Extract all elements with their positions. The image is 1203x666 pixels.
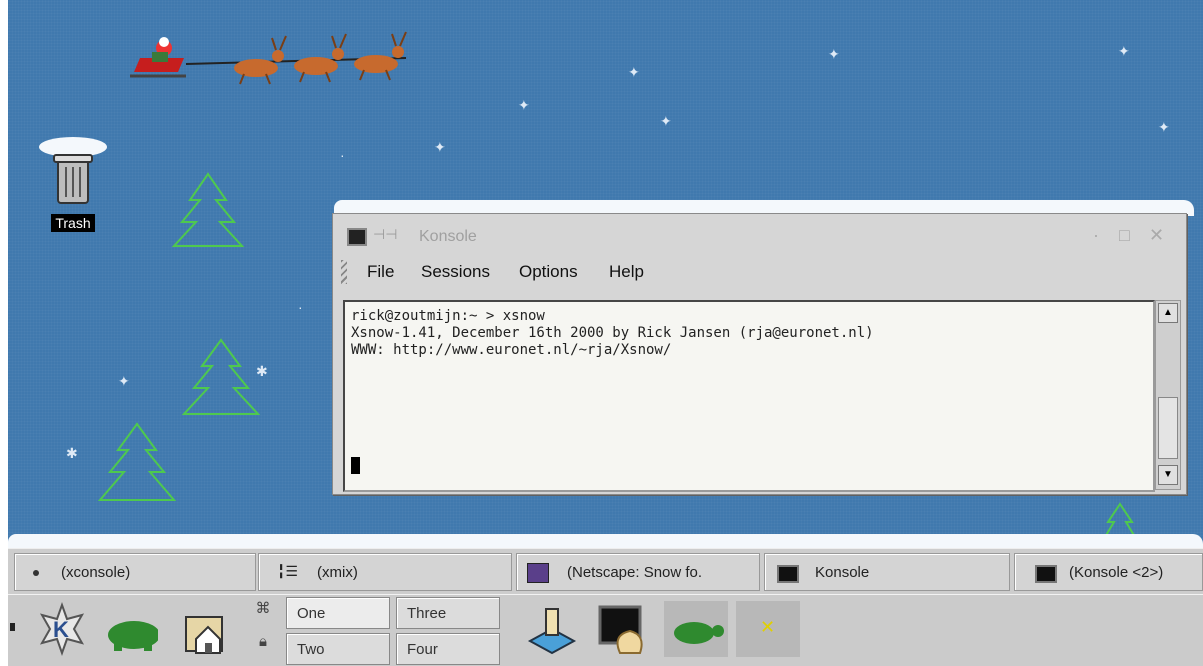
snowflake-icon: ✦ [118,373,130,389]
snowflake-icon: ✦ [434,139,446,155]
x-icon: ✕ [760,617,776,637]
window-list-icon[interactable]: ⌘ [252,599,274,623]
xosview-launcher-button[interactable]: ✕ [736,601,800,657]
sticky-pin-icon[interactable]: ⊣⊣ [373,226,397,243]
terminal-line: Xsnow-1.41, December 16th 2000 by Rick J… [351,325,874,341]
menu-help[interactable]: Help [609,262,644,282]
snowflake-icon: ✦ [660,113,672,129]
turtle-icon[interactable] [102,601,158,657]
lock-icon[interactable]: 🔒︎ [252,633,274,657]
panel-handle-icon[interactable] [10,623,15,631]
task-xmix[interactable]: ╏☰ (xmix) [258,553,512,591]
terminal-line: WWW: http://www.euronet.nl/~rja/Xsnow/ [351,342,672,358]
snowflake-icon: ✦ [628,64,640,80]
terminal-line: rick@zoutmijn:~ > xsnow [351,308,545,324]
kde-panel: K ⌘ 🔒︎ One Three Two Four ✕ [8,594,1203,666]
task-xconsole[interactable]: (xconsole) [14,553,256,591]
trash-desktop-icon[interactable]: Trash [36,135,110,233]
trash-icon [39,137,107,204]
snowflake-icon: ✦ [518,97,530,113]
menu-options[interactable]: Options [519,262,578,282]
task-konsole[interactable]: Konsole [764,553,1010,591]
turtle-launcher-button[interactable] [664,601,728,657]
desktop-two-button[interactable]: Two [286,633,390,665]
desktop: ✦ ✦ ✦ ✦ ✦ ✦ ✦ · ✦ ✱ ✱ · Trash ⊣⊣ Konsole… [8,0,1203,548]
desktop-four-button[interactable]: Four [396,633,500,665]
window-title: Konsole [419,228,477,245]
terminal-icon [1035,565,1057,583]
install-icon[interactable] [524,601,580,657]
pine-tree-icon [181,338,261,415]
taskbar: (xconsole) ╏☰ (xmix) (Netscape: Snow fo.… [8,548,1203,595]
snowflake-icon: ✦ [1118,43,1130,59]
desktop-three-button[interactable]: Three [396,597,500,629]
pine-tree-icon [171,172,245,247]
menu-file[interactable]: File [367,262,394,282]
svg-text:K: K [53,617,69,642]
window-menu-icon[interactable] [347,228,367,246]
vertical-scrollbar[interactable]: ▲ ▼ [1155,300,1181,490]
kde-menu-icon[interactable]: K [34,601,90,657]
trash-label: Trash [51,214,95,232]
menubar: File Sessions Options Help [333,254,1186,290]
task-netscape[interactable]: (Netscape: Snow fo. [516,553,760,591]
snowflake-icon: ✱ [66,445,78,461]
mixer-icon: ╏☰ [277,563,298,579]
maximize-icon[interactable]: □ [1119,225,1130,246]
konsole-window[interactable]: ⊣⊣ Konsole · □ ✕ File Sessions Options H… [332,213,1187,495]
scroll-down-icon[interactable]: ▼ [1158,465,1178,485]
shell-icon[interactable] [594,601,650,657]
snowflake-icon: ✦ [1158,119,1170,135]
menu-sessions[interactable]: Sessions [421,262,490,282]
snowflake-icon: · [298,299,303,315]
task-konsole-2[interactable]: (Konsole <2>) [1014,553,1203,591]
snow-ground [8,534,1203,548]
terminal-cursor [351,457,360,474]
terminal-icon [777,565,799,583]
snowflake-icon: ✦ [828,46,840,62]
pine-tree-icon [97,422,177,501]
turtle-icon [674,622,724,644]
toolbar-grip-icon[interactable] [341,260,347,284]
netscape-icon [527,563,549,583]
minimize-icon[interactable]: · [1093,225,1099,246]
scroll-up-icon[interactable]: ▲ [1158,303,1178,323]
home-folder-icon[interactable] [178,601,234,657]
dot-icon [33,570,39,576]
desktop-one-button[interactable]: One [286,597,390,629]
window-titlebar[interactable]: ⊣⊣ Konsole · □ ✕ [333,214,1186,254]
scroll-thumb[interactable] [1158,397,1178,459]
terminal-area[interactable]: rick@zoutmijn:~ > xsnow Xsnow-1.41, Dece… [343,300,1155,492]
santa-sleigh-icon [130,31,407,85]
close-icon[interactable]: ✕ [1149,225,1164,246]
snowflake-icon: · [340,147,345,163]
